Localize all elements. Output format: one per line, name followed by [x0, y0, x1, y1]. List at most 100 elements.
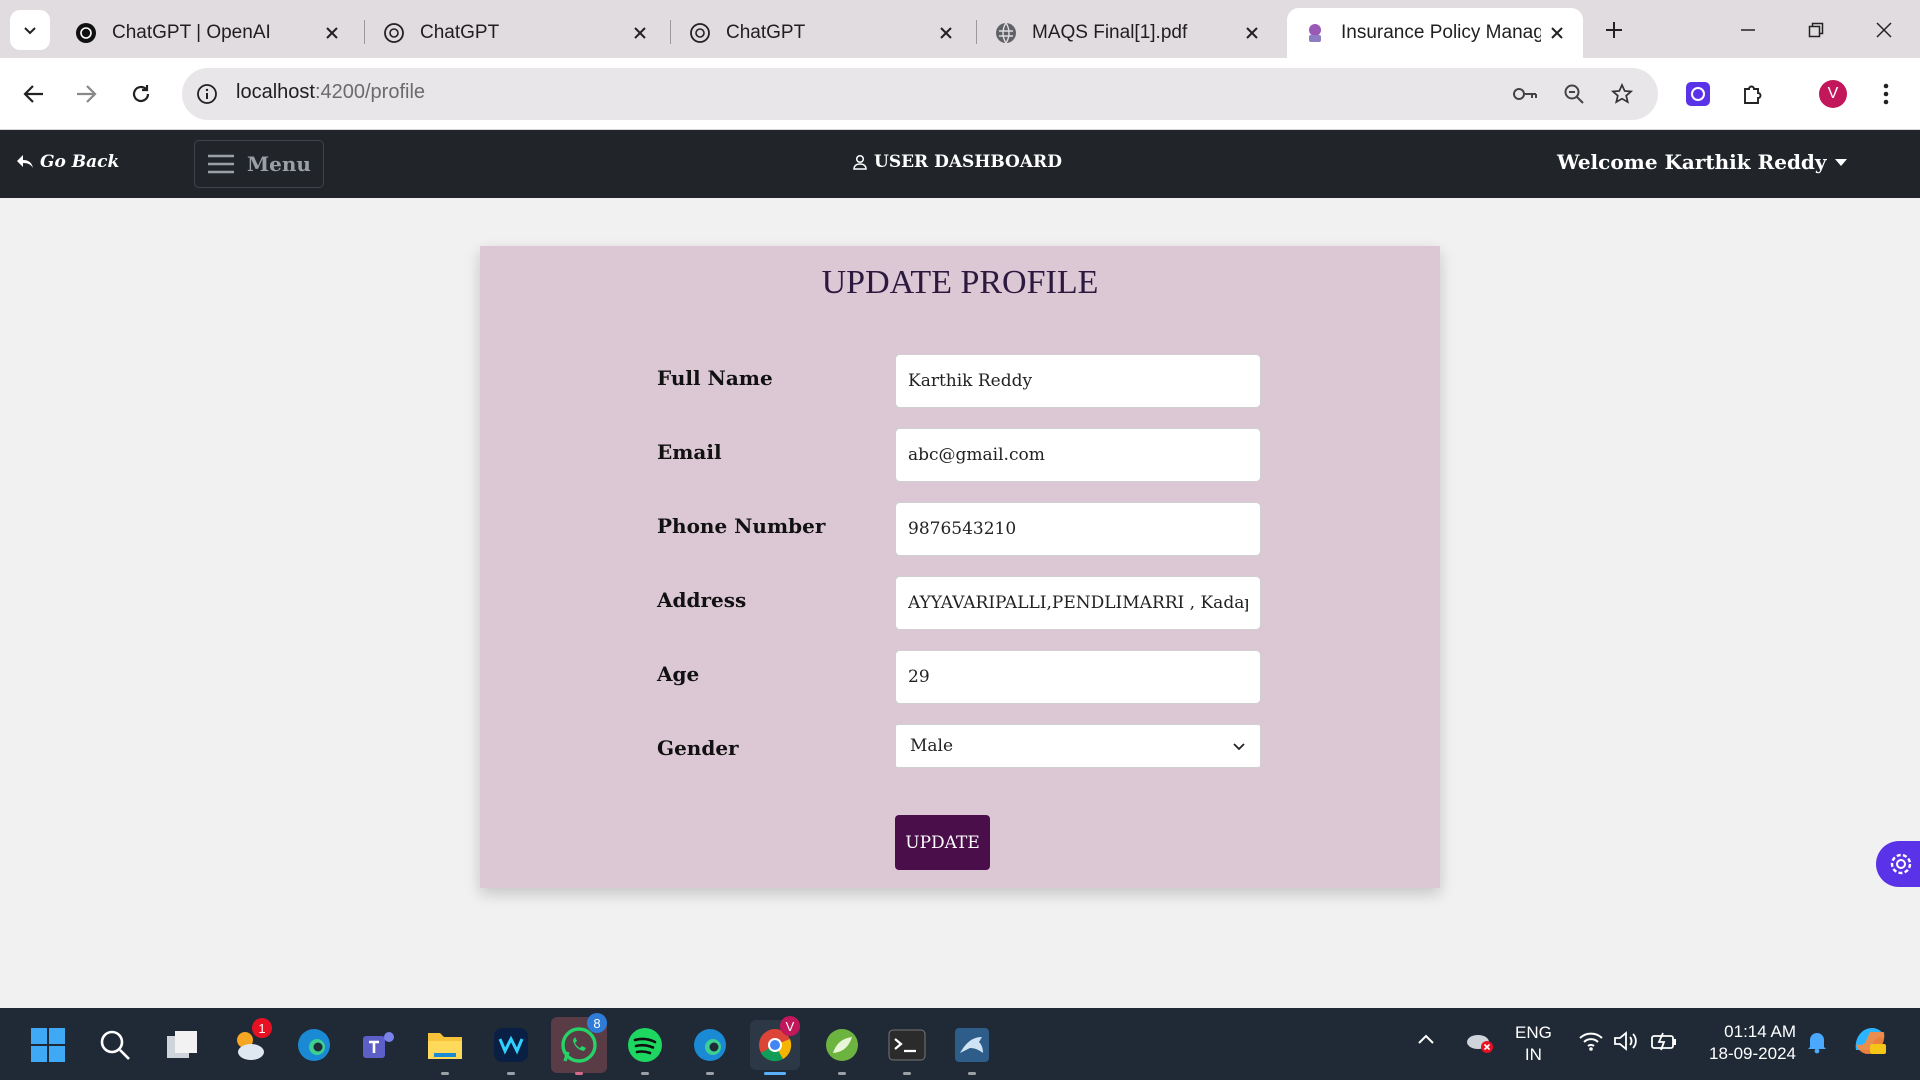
- update-profile-card: UPDATE PROFILE Full Name Email Phone Num…: [480, 246, 1440, 888]
- weather-widget[interactable]: 1: [224, 1018, 274, 1070]
- tab-title: Insurance Policy Management: [1341, 22, 1541, 43]
- assistant-gear-button[interactable]: [1876, 841, 1920, 887]
- tab-divider: [976, 20, 977, 44]
- taskbar-mysql-workbench[interactable]: [947, 1020, 997, 1075]
- url-path: :4200/profile: [314, 81, 426, 103]
- close-icon[interactable]: [1240, 21, 1264, 45]
- active-indicator: [764, 1072, 786, 1075]
- site-info-icon[interactable]: [192, 79, 222, 109]
- tab-title: ChatGPT: [726, 22, 806, 43]
- browser-tab-strip: ChatGPT | OpenAI ChatGPT ChatGPT MAQS Fi…: [0, 0, 1920, 58]
- taskbar-spotify[interactable]: [620, 1020, 670, 1075]
- go-back-link[interactable]: Go Back: [16, 152, 119, 172]
- browser-toolbar: localhost:4200/profile V: [0, 58, 1920, 130]
- copilot-button[interactable]: [1852, 1024, 1888, 1064]
- app-navbar: Go Back Menu USER DASHBOARD Welcome Kart…: [0, 130, 1920, 198]
- taskbar-terminal[interactable]: [882, 1020, 932, 1075]
- gear-icon: [1890, 853, 1912, 875]
- app-icon: [1303, 21, 1327, 45]
- forward-button[interactable]: [66, 74, 106, 114]
- copilot-icon: [1855, 1028, 1886, 1054]
- taskbar-file-explorer[interactable]: [420, 1020, 470, 1075]
- taskbar-spring-tool[interactable]: [817, 1020, 867, 1075]
- task-view-icon: [167, 1031, 197, 1058]
- teams-icon: [363, 1032, 394, 1058]
- update-button[interactable]: UPDATE: [895, 815, 990, 870]
- task-view-button[interactable]: [157, 1020, 207, 1070]
- taskbar-chrome[interactable]: V: [750, 1016, 800, 1075]
- full-name-label: Full Name: [657, 366, 773, 390]
- extension-icon[interactable]: [1678, 74, 1718, 114]
- key-icon[interactable]: [1510, 79, 1540, 109]
- welcome-text: Welcome Karthik Reddy: [1557, 150, 1827, 174]
- new-tab-button[interactable]: [1596, 12, 1632, 48]
- menu-label: Menu: [247, 152, 311, 176]
- reload-button[interactable]: [121, 74, 161, 114]
- address-input[interactable]: [895, 576, 1261, 630]
- volume-icon[interactable]: [1613, 1030, 1639, 1058]
- close-icon[interactable]: [1545, 21, 1569, 45]
- show-hidden-icons[interactable]: [1416, 1030, 1436, 1056]
- profile-button[interactable]: V: [1813, 74, 1853, 114]
- folder-icon: [428, 1033, 462, 1059]
- gender-row: Gender Male: [657, 724, 1261, 790]
- gender-label: Gender: [657, 736, 739, 760]
- taskbar-teams[interactable]: [354, 1020, 404, 1070]
- gender-selected-value: Male: [910, 736, 954, 756]
- tab-insurance-policy[interactable]: Insurance Policy Management: [1287, 8, 1583, 58]
- close-icon[interactable]: [934, 21, 958, 45]
- tab-chatgpt[interactable]: ChatGPT: [366, 8, 666, 58]
- lang-line1: ENG: [1515, 1023, 1552, 1042]
- dolphin-icon: [955, 1028, 989, 1062]
- restore-button[interactable]: [1786, 8, 1846, 52]
- clock-time: 01:14 AM: [1724, 1022, 1796, 1041]
- taskbar-edge-2[interactable]: [685, 1020, 735, 1075]
- age-label: Age: [657, 662, 700, 686]
- age-row: Age: [657, 650, 1261, 716]
- email-input[interactable]: [895, 428, 1261, 482]
- zoom-icon[interactable]: [1559, 79, 1589, 109]
- email-label: Email: [657, 440, 722, 464]
- running-indicator: [968, 1072, 976, 1075]
- close-icon[interactable]: [320, 21, 344, 45]
- taskbar-webex[interactable]: [486, 1020, 536, 1075]
- taskbar-search[interactable]: [90, 1020, 140, 1070]
- chatgpt-icon: [688, 21, 712, 45]
- menu-button[interactable]: Menu: [194, 140, 324, 188]
- minimize-button[interactable]: [1718, 8, 1778, 52]
- battery-icon[interactable]: [1650, 1030, 1678, 1058]
- running-indicator: [838, 1072, 846, 1075]
- taskbar-edge[interactable]: [289, 1020, 339, 1070]
- avatar: V: [1819, 80, 1847, 108]
- user-dropdown[interactable]: Welcome Karthik Reddy: [1557, 150, 1847, 174]
- dashboard-label: USER DASHBOARD: [874, 152, 1062, 172]
- tab-chatgpt-openai[interactable]: ChatGPT | OpenAI: [58, 8, 358, 58]
- notifications-button[interactable]: [1806, 1030, 1828, 1060]
- taskbar-whatsapp[interactable]: 8: [551, 1013, 607, 1075]
- age-input[interactable]: [895, 650, 1261, 704]
- close-window-button[interactable]: [1854, 8, 1914, 52]
- tab-chatgpt-2[interactable]: ChatGPT: [672, 8, 972, 58]
- start-button[interactable]: [23, 1020, 73, 1070]
- onedrive-status[interactable]: [1465, 1030, 1495, 1060]
- running-indicator: [507, 1072, 515, 1075]
- star-icon[interactable]: [1607, 79, 1637, 109]
- reload-icon: [132, 85, 150, 103]
- user-dashboard-link[interactable]: USER DASHBOARD: [852, 152, 1062, 172]
- tab-search-button[interactable]: [10, 10, 50, 50]
- phone-input[interactable]: [895, 502, 1261, 556]
- more-menu-icon[interactable]: [1866, 74, 1906, 114]
- wifi-icon[interactable]: [1578, 1030, 1604, 1058]
- close-icon[interactable]: [628, 21, 652, 45]
- email-row: Email: [657, 428, 1261, 494]
- address-bar[interactable]: localhost:4200/profile: [182, 68, 1658, 120]
- tab-maqs-pdf[interactable]: MAQS Final[1].pdf: [978, 8, 1278, 58]
- gender-select[interactable]: Male: [895, 724, 1261, 768]
- clock[interactable]: 01:14 AM 18-09-2024: [1700, 1021, 1796, 1065]
- full-name-input[interactable]: [895, 354, 1261, 408]
- back-button[interactable]: [14, 74, 54, 114]
- extensions-puzzle-icon[interactable]: [1733, 74, 1773, 114]
- running-indicator: [706, 1072, 714, 1075]
- language-indicator[interactable]: ENG IN: [1515, 1022, 1552, 1066]
- clock-date: 18-09-2024: [1709, 1044, 1796, 1063]
